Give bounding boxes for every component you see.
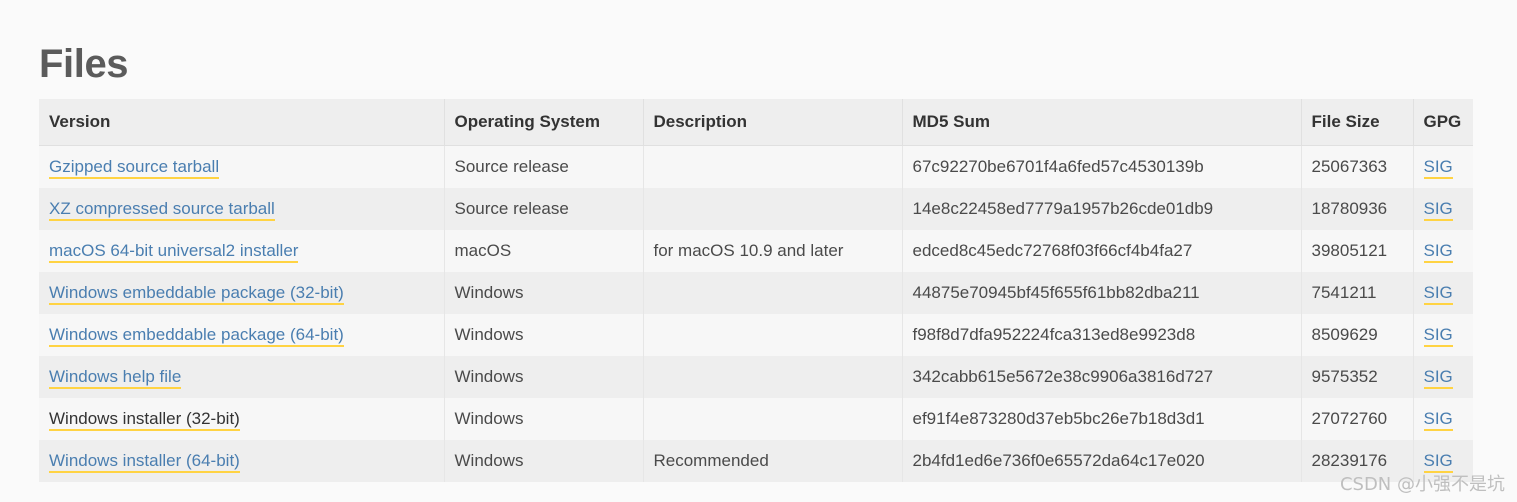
cell-operating-system: macOS xyxy=(443,230,643,272)
files-table-body: Gzipped source tarball Source release 67c9… xyxy=(39,145,1473,482)
gpg-sig-link[interactable]: SIG xyxy=(1423,241,1453,263)
cell-description xyxy=(642,356,902,398)
cell-operating-system: Source release xyxy=(443,188,643,230)
cell-description xyxy=(642,398,902,440)
files-table: Version Operating System Description MD5… xyxy=(39,99,1473,482)
table-row: XZ compressed source tarball Source relea… xyxy=(39,188,1473,230)
column-header-md5: MD5 Sum xyxy=(901,99,1301,146)
gpg-sig-link[interactable]: SIG xyxy=(1423,367,1453,389)
cell-operating-system: Source release xyxy=(443,145,643,188)
download-link[interactable]: Gzipped source tarball xyxy=(49,157,220,179)
cell-file-size: 27072760 xyxy=(1300,398,1413,440)
column-header-gpg: GPG xyxy=(1412,99,1473,146)
column-header-description: Description xyxy=(642,99,902,146)
cell-file-size: 25067363 xyxy=(1300,145,1413,188)
gpg-sig-link[interactable]: SIG xyxy=(1423,199,1453,221)
cell-md5-sum: ef91f4e873280d37eb5bc26e7b18d3d1 xyxy=(901,398,1301,440)
cell-gpg: SIG xyxy=(1412,440,1473,482)
cell-gpg: SIG xyxy=(1412,145,1473,188)
cell-gpg: SIG xyxy=(1412,398,1473,440)
cell-file-size: 8509629 xyxy=(1300,314,1413,356)
page-title: Files xyxy=(39,41,129,86)
cell-version: Windows embeddable package (32-bit) xyxy=(39,272,444,314)
cell-md5-sum: 14e8c22458ed7779a1957b26cde01db9 xyxy=(901,188,1301,230)
cell-description xyxy=(642,188,902,230)
cell-gpg: SIG xyxy=(1412,230,1473,272)
cell-gpg: SIG xyxy=(1412,314,1473,356)
cell-file-size: 18780936 xyxy=(1300,188,1413,230)
cell-gpg: SIG xyxy=(1412,188,1473,230)
cell-md5-sum: edced8c45edc72768f03f66cf4b4fa27 xyxy=(901,230,1301,272)
cell-operating-system: Windows xyxy=(443,314,643,356)
table-row: macOS 64-bit universal2 installer macOS fo… xyxy=(39,230,1473,272)
table-row: Windows help file Windows 342cabb615e5672e… xyxy=(39,356,1473,398)
cell-version: XZ compressed source tarball xyxy=(39,188,444,230)
download-link[interactable]: Windows help file xyxy=(49,367,182,389)
cell-file-size: 39805121 xyxy=(1300,230,1413,272)
cell-md5-sum: 44875e70945bf45f655f61bb82dba211 xyxy=(901,272,1301,314)
cell-operating-system: Windows xyxy=(443,272,643,314)
table-row: Windows installer (32-bit) Windows ef91f4e… xyxy=(39,398,1473,440)
files-table-container: Version Operating System Description MD5… xyxy=(39,99,1473,482)
cell-version: Windows installer (64-bit) xyxy=(39,440,444,482)
table-row: Gzipped source tarball Source release 67c9… xyxy=(39,145,1473,188)
cell-md5-sum: 2b4fd1ed6e736f0e65572da64c17e020 xyxy=(901,440,1301,482)
cell-version: Windows help file xyxy=(39,356,444,398)
download-link[interactable]: XZ compressed source tarball xyxy=(49,199,275,221)
cell-file-size: 9575352 xyxy=(1300,356,1413,398)
cell-description: Recommended xyxy=(642,440,902,482)
cell-md5-sum: 67c92270be6701f4a6fed57c4530139b xyxy=(901,145,1301,188)
table-row: Windows installer (64-bit) Windows Recomme… xyxy=(39,440,1473,482)
gpg-sig-link[interactable]: SIG xyxy=(1423,409,1453,431)
table-row: Windows embeddable package (64-bit) Windo… xyxy=(39,314,1473,356)
cell-description xyxy=(642,314,902,356)
cell-gpg: SIG xyxy=(1412,356,1473,398)
cell-version: Windows installer (32-bit) xyxy=(39,398,444,440)
gpg-sig-link[interactable]: SIG xyxy=(1423,451,1453,473)
cell-operating-system: Windows xyxy=(443,440,643,482)
cell-version: Gzipped source tarball xyxy=(39,145,444,188)
download-link[interactable]: Windows installer (32-bit) xyxy=(49,409,240,431)
gpg-sig-link[interactable]: SIG xyxy=(1423,325,1453,347)
table-header-row: Version Operating System Description MD5… xyxy=(39,99,1473,146)
cell-description: for macOS 10.9 and later xyxy=(642,230,902,272)
cell-operating-system: Windows xyxy=(443,398,643,440)
cell-description xyxy=(642,272,902,314)
download-link[interactable]: Windows installer (64-bit) xyxy=(49,451,240,473)
table-row: Windows embeddable package (32-bit) Windo… xyxy=(39,272,1473,314)
cell-md5-sum: 342cabb615e5672e38c9906a3816d727 xyxy=(901,356,1301,398)
cell-version: Windows embeddable package (64-bit) xyxy=(39,314,444,356)
download-link[interactable]: Windows embeddable package (64-bit) xyxy=(49,325,344,347)
gpg-sig-link[interactable]: SIG xyxy=(1423,157,1453,179)
column-header-filesize: File Size xyxy=(1300,99,1413,146)
cell-description xyxy=(642,145,902,188)
cell-md5-sum: f98f8d7dfa952224fca313ed8e9923d8 xyxy=(901,314,1301,356)
cell-file-size: 7541211 xyxy=(1300,272,1413,314)
cell-file-size: 28239176 xyxy=(1300,440,1413,482)
files-table-head: Version Operating System Description MD5… xyxy=(39,99,1473,146)
cell-operating-system: Windows xyxy=(443,356,643,398)
download-link[interactable]: Windows embeddable package (32-bit) xyxy=(49,283,344,305)
column-header-os: Operating System xyxy=(443,99,643,146)
cell-gpg: SIG xyxy=(1412,272,1473,314)
column-header-version: Version xyxy=(39,99,444,146)
gpg-sig-link[interactable]: SIG xyxy=(1423,283,1453,305)
download-link[interactable]: macOS 64-bit universal2 installer xyxy=(49,241,299,263)
files-page: Files Version Operating System Descripti… xyxy=(0,0,1517,502)
cell-version: macOS 64-bit universal2 installer xyxy=(39,230,444,272)
